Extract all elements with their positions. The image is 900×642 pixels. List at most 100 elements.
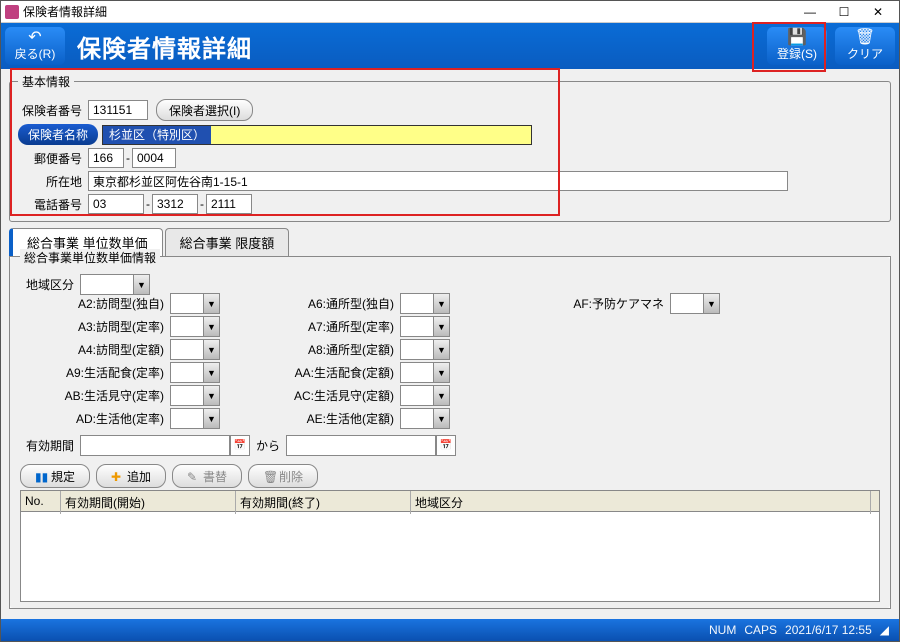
table-body[interactable]	[20, 512, 880, 602]
add-button[interactable]: ✚追加	[96, 464, 166, 488]
chevron-down-icon: ▼	[433, 363, 449, 382]
status-num: NUM	[709, 623, 736, 637]
chevron-down-icon: ▼	[203, 340, 219, 359]
address-input[interactable]	[88, 171, 788, 191]
chevron-down-icon: ▼	[433, 409, 449, 428]
back-arrow-icon: ↶	[28, 31, 41, 45]
chevron-down-icon: ▼	[433, 294, 449, 313]
chevron-down-icon: ▼	[203, 317, 219, 336]
period-from-calendar-button[interactable]: 📅	[230, 435, 250, 456]
app-icon	[5, 5, 19, 19]
unit-label: A3:訪問型(定率)	[20, 318, 170, 335]
rewrite-button[interactable]: ✎書替	[172, 464, 242, 488]
unit-select[interactable]: ▼	[170, 339, 220, 360]
chevron-down-icon: ▼	[203, 294, 219, 313]
unit-label: AB:生活見守(定率)	[20, 387, 170, 404]
save-icon: 💾	[787, 31, 807, 45]
clear-button-label: クリア	[847, 47, 883, 61]
table-col-region: 地域区分	[411, 491, 871, 514]
resize-grip-icon[interactable]: ◢	[880, 623, 889, 637]
back-button-label: 戻る(R)	[15, 47, 56, 61]
unit-select[interactable]: ▼	[170, 293, 220, 314]
register-button-label: 登録(S)	[777, 47, 817, 61]
default-button[interactable]: ▮▮規定	[20, 464, 90, 488]
page-title: 保険者情報詳細	[69, 23, 260, 69]
unit-select[interactable]: ▼	[400, 408, 450, 429]
basic-info-legend: 基本情報	[18, 73, 74, 90]
unit-label: AD:生活他(定率)	[20, 410, 170, 427]
window-minimize-button[interactable]: ―	[793, 2, 827, 22]
clear-button[interactable]: 🗑 クリア	[835, 27, 895, 65]
chevron-down-icon: ▼	[133, 275, 149, 294]
insurer-name-label: 保険者名称	[18, 124, 98, 145]
register-button[interactable]: 💾 登録(S)	[767, 27, 827, 65]
tel3-input[interactable]	[206, 194, 252, 214]
table-header: No. 有効期間(開始) 有効期間(終了) 地域区分	[20, 490, 880, 512]
unit-select[interactable]: ▼	[670, 293, 720, 314]
region-select[interactable]: ▼	[80, 274, 150, 295]
postal2-input[interactable]	[132, 148, 176, 168]
unit-select[interactable]: ▼	[400, 293, 450, 314]
tel2-input[interactable]	[152, 194, 198, 214]
unit-label: A7:通所型(定率)	[230, 318, 400, 335]
add-icon: ✚	[111, 470, 123, 482]
unit-label: AC:生活見守(定額)	[230, 387, 400, 404]
unit-select[interactable]: ▼	[170, 362, 220, 383]
table-col-end: 有効期間(終了)	[236, 491, 411, 514]
unit-select[interactable]: ▼	[170, 385, 220, 406]
chevron-down-icon: ▼	[203, 386, 219, 405]
window-close-button[interactable]: ✕	[861, 2, 895, 22]
unit-select[interactable]: ▼	[400, 339, 450, 360]
tab-limit[interactable]: 総合事業 限度額	[165, 228, 290, 256]
region-label: 地域区分	[20, 276, 80, 293]
unit-select[interactable]: ▼	[170, 408, 220, 429]
tel1-input[interactable]	[88, 194, 144, 214]
unit-label: AF:予防ケアマネ	[460, 295, 670, 312]
unit-group-legend: 総合事業単位数単価情報	[20, 249, 160, 266]
unit-label: A4:訪問型(定額)	[20, 341, 170, 358]
chevron-down-icon: ▼	[203, 363, 219, 382]
chevron-down-icon: ▼	[433, 317, 449, 336]
chevron-down-icon: ▼	[703, 294, 719, 313]
unit-select[interactable]: ▼	[400, 362, 450, 383]
period-separator: から	[250, 437, 286, 454]
unit-label: AA:生活配食(定額)	[230, 364, 400, 381]
insurer-name-field[interactable]: 杉並区（特別区）	[102, 125, 532, 145]
insurer-name-value: 杉並区（特別区）	[103, 126, 211, 144]
period-from-input[interactable]	[80, 435, 230, 456]
unit-label: A9:生活配食(定率)	[20, 364, 170, 381]
unit-label: A8:通所型(定額)	[230, 341, 400, 358]
tel-label: 電話番号	[18, 196, 88, 213]
basic-info-group: 基本情報 保険者番号 保険者選択(I) 保険者名称 杉並区（特別区） 郵便番号 …	[9, 73, 891, 222]
table-col-start: 有効期間(開始)	[61, 491, 236, 514]
insurer-no-input[interactable]	[88, 100, 148, 120]
postal1-input[interactable]	[88, 148, 124, 168]
chevron-down-icon: ▼	[433, 340, 449, 359]
chevron-down-icon: ▼	[203, 409, 219, 428]
period-to-calendar-button[interactable]: 📅	[436, 435, 456, 456]
pause-icon: ▮▮	[35, 470, 47, 482]
period-label: 有効期間	[20, 437, 80, 454]
postal-label: 郵便番号	[18, 150, 88, 167]
window-maximize-button[interactable]: ☐	[827, 2, 861, 22]
delete-button[interactable]: 🗑削除	[248, 464, 318, 488]
select-insurer-button[interactable]: 保険者選択(I)	[156, 99, 253, 121]
chevron-down-icon: ▼	[433, 386, 449, 405]
unit-select[interactable]: ▼	[170, 316, 220, 337]
unit-label: AE:生活他(定額)	[230, 410, 400, 427]
status-bar: NUM CAPS 2021/6/17 12:55 ◢	[1, 619, 899, 641]
insurer-no-label: 保険者番号	[18, 102, 88, 119]
unit-label: A6:通所型(独自)	[230, 295, 400, 312]
unit-select[interactable]: ▼	[400, 316, 450, 337]
delete-icon: 🗑	[263, 470, 275, 482]
address-label: 所在地	[18, 173, 88, 190]
status-datetime: 2021/6/17 12:55	[785, 623, 872, 637]
back-button[interactable]: ↶ 戻る(R)	[5, 27, 65, 65]
unit-label: A2:訪問型(独自)	[20, 295, 170, 312]
table-col-no: No.	[21, 491, 61, 514]
window-title: 保険者情報詳細	[23, 3, 793, 20]
rewrite-icon: ✎	[187, 470, 199, 482]
unit-select[interactable]: ▼	[400, 385, 450, 406]
period-to-input[interactable]	[286, 435, 436, 456]
trash-icon: 🗑	[855, 31, 875, 45]
